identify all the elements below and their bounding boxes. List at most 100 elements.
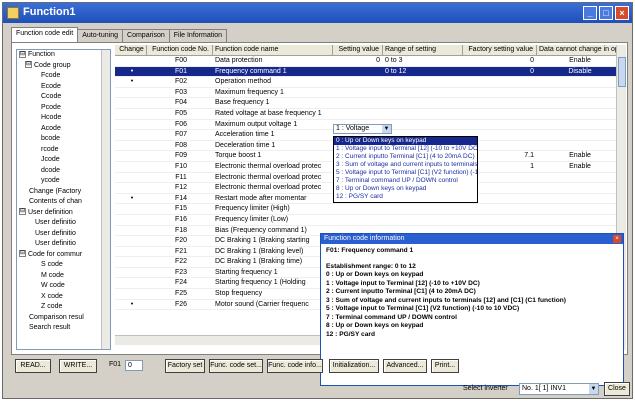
name-cell: DC Braking 1 (Braking level)	[215, 247, 304, 255]
header-factory-value[interactable]: Factory setting value	[463, 45, 537, 55]
func-code-info-button[interactable]: Func. code info...	[267, 359, 323, 373]
write-button[interactable]: WRITE...	[59, 359, 97, 373]
close-window-button[interactable]: ×	[615, 6, 629, 20]
tree-item[interactable]: ⊟ Code for commur	[17, 250, 110, 261]
scroll-thumb[interactable]	[618, 57, 626, 87]
setting-value-dropdown[interactable]: 1 : Voltage ▼	[333, 124, 392, 134]
select-inverter-dropdown[interactable]: No. 1[ 1] INV1 ▼	[519, 383, 599, 395]
chevron-down-icon[interactable]: ▼	[382, 125, 391, 133]
header-setting-value[interactable]: Setting value	[333, 45, 383, 55]
name-cell: Electronic thermal overload protec	[215, 184, 322, 192]
tree-item[interactable]: ⊟ User definition	[17, 208, 110, 219]
tree-item[interactable]: ⊟ Code group	[17, 61, 110, 72]
name-cell: DC Braking 1 (Braking time)	[215, 258, 303, 266]
tab-auto-tuning[interactable]: Auto-tuning	[77, 29, 124, 42]
tab-function-code-edit[interactable]: Function code edit	[11, 27, 79, 42]
tree-item[interactable]: rcode	[17, 145, 110, 156]
select-inverter-value: No. 1[ 1] INV1	[522, 385, 566, 392]
close-icon[interactable]: ×	[613, 235, 621, 243]
tree-item[interactable]: Acode	[17, 124, 110, 135]
tree-item[interactable]: User definitio	[17, 218, 110, 229]
cannot-change-cell	[537, 183, 621, 193]
dropdown-option[interactable]: 5 : Voltage input to Terminal [C1] (V2 f…	[334, 169, 477, 177]
tree-expander-icon[interactable]: ⊟	[19, 208, 26, 216]
maximize-button[interactable]: □	[599, 6, 613, 20]
dropdown-option[interactable]: 1 : Voltage input to Terminal [12] (-10 …	[334, 145, 477, 153]
close-button[interactable]: Close	[604, 382, 630, 396]
title-bar: Function1 _ □ ×	[3, 3, 632, 23]
factory-value-cell	[463, 215, 537, 225]
minimize-button[interactable]: _	[583, 6, 597, 20]
tree-item[interactable]: S code	[17, 260, 110, 271]
table-row[interactable]: • F01 Frequency command 1 0 to 12 0 Disable	[115, 66, 626, 78]
header-code[interactable]: Function code No.	[147, 45, 213, 55]
tree-item[interactable]: User definitio	[17, 229, 110, 240]
tree-item[interactable]: Ecode	[17, 82, 110, 93]
cannot-change-cell: Enable	[569, 162, 591, 170]
tree-item[interactable]: Hcode	[17, 113, 110, 124]
tree-item[interactable]: dcode	[17, 166, 110, 177]
dropdown-option[interactable]: 3 : Sum of voltage and current inputs to…	[334, 161, 477, 169]
tree-expander-icon[interactable]: ⊟	[25, 61, 32, 69]
dropdown-option[interactable]: 7 : Terminal command UP / DOWN control	[334, 177, 477, 185]
tab-file-information[interactable]: File Information	[168, 29, 228, 42]
tree-item-label: X code	[41, 292, 63, 300]
tree-item-label: Fcode	[41, 72, 61, 79]
tree-scrollbar[interactable]	[101, 50, 110, 349]
header-range[interactable]: Range of setting	[383, 45, 463, 55]
tree-item[interactable]: Pcode	[17, 103, 110, 114]
code-cell: F16	[174, 215, 188, 223]
tree-item[interactable]: Change (Factory	[17, 187, 110, 198]
header-name[interactable]: Function code name	[213, 45, 333, 55]
table-row[interactable]: F04 Base frequency 1	[115, 98, 626, 109]
table-row[interactable]: F03 Maximum frequency 1	[115, 88, 626, 99]
change-cell	[115, 120, 147, 130]
dropdown-option[interactable]: 8 : Up or Down keys on keypad	[334, 185, 477, 193]
func-code-set-button[interactable]: Func. code set...	[209, 359, 263, 373]
print-button[interactable]: Print...	[431, 359, 459, 373]
tree-item[interactable]: M code	[17, 271, 110, 282]
tree-item[interactable]: ycode	[17, 176, 110, 187]
range-cell	[383, 109, 463, 119]
tree-item[interactable]: Fcode	[17, 71, 110, 82]
table-row[interactable]: F15 Frequency limiter (High)	[115, 204, 626, 215]
table-row[interactable]: F00 Data protection 0 0 to 3 0 Enable	[115, 56, 626, 67]
button-bar: READ... WRITE... F01 0 Factory set Func.…	[11, 359, 628, 373]
header-cannot-change[interactable]: Data cannot change in ope	[537, 45, 621, 55]
range-cell	[383, 120, 463, 130]
header-change[interactable]: Change	[115, 45, 147, 55]
initialization-button[interactable]: Initialization...	[329, 359, 379, 373]
table-row[interactable]: • F02 Operation method	[115, 77, 626, 88]
tree-expander-icon[interactable]: ⊟	[19, 50, 26, 58]
table-row[interactable]: F16 Frequency limiter (Low)	[115, 215, 626, 226]
tree-item[interactable]: ⊟ Function	[17, 50, 110, 61]
table-row[interactable]: F05 Rated voltage at base frequency 1	[115, 109, 626, 120]
tree-item[interactable]: Z code	[17, 302, 110, 313]
tree-item[interactable]: W code	[17, 281, 110, 292]
dropdown-option[interactable]: 2 : Current inputto Terminal [C1] (4 to …	[334, 153, 477, 161]
advanced-button[interactable]: Advanced...	[383, 359, 427, 373]
read-button[interactable]: READ...	[15, 359, 51, 373]
tree-item-label: User definitio	[35, 240, 76, 247]
dropdown-option[interactable]: 0 : Up or Down keys on keypad	[334, 137, 477, 145]
tree-item[interactable]: Jcode	[17, 155, 110, 166]
tree-item[interactable]: Contents of chan	[17, 197, 110, 208]
tree-item[interactable]: User definitio	[17, 239, 110, 250]
cannot-change-cell	[537, 120, 621, 130]
tree-item-label: W code	[41, 282, 65, 289]
tree-item-label: S code	[41, 261, 63, 268]
tree-item[interactable]: Comparison resul	[17, 313, 110, 324]
factory-set-button[interactable]: Factory set	[165, 359, 205, 373]
tree-item[interactable]: bcode	[17, 134, 110, 145]
tree-item[interactable]: X code	[17, 292, 110, 303]
tree-item[interactable]: Ccode	[17, 92, 110, 103]
chevron-down-icon[interactable]: ▼	[589, 384, 598, 394]
tree-item-label: Jcode	[41, 156, 60, 163]
grid-header: Change Function code No. Function code n…	[115, 45, 626, 56]
tree-item[interactable]: Search result	[17, 323, 110, 334]
select-inverter-label: Select inverter	[463, 385, 508, 392]
tab-comparison[interactable]: Comparison	[122, 29, 170, 42]
tree-expander-icon[interactable]: ⊟	[19, 250, 26, 258]
code-cell: F11	[175, 173, 187, 181]
dropdown-option[interactable]: 12 : PG/SY card	[334, 193, 477, 201]
